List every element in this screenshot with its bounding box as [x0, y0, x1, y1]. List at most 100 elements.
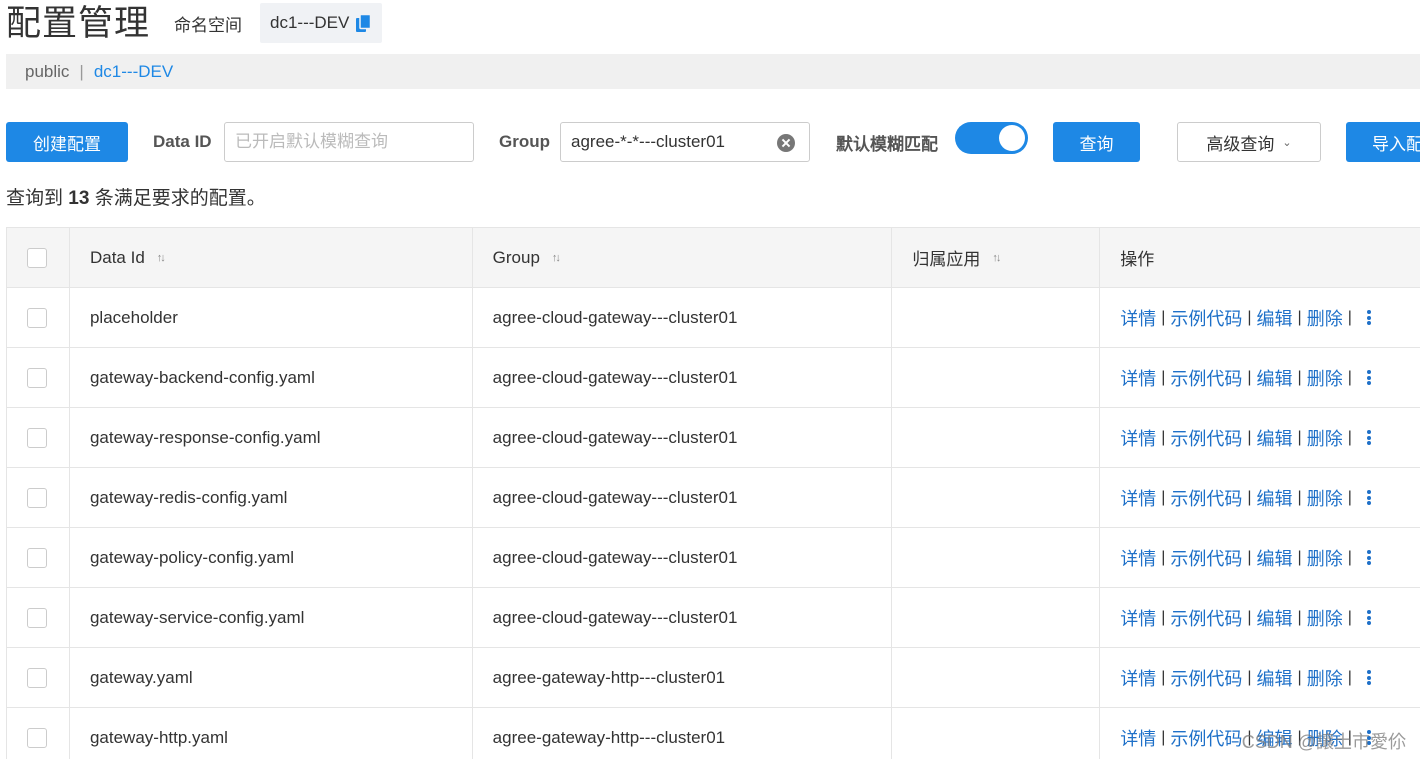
action-link[interactable]: 示例代码	[1170, 425, 1242, 451]
action-separator: |	[1161, 368, 1166, 386]
row-checkbox[interactable]	[27, 547, 47, 568]
action-link[interactable]: 编辑	[1257, 605, 1293, 631]
action-link[interactable]: 编辑	[1257, 305, 1293, 331]
action-separator: |	[1161, 488, 1166, 506]
chevron-down-icon: ⌄	[1282, 136, 1292, 149]
action-link[interactable]: 编辑	[1257, 425, 1293, 451]
fuzzy-match-toggle[interactable]	[955, 122, 1028, 154]
row-checkbox[interactable]	[27, 307, 47, 328]
row-checkbox[interactable]	[27, 367, 47, 388]
column-label: Data Id	[89, 247, 145, 267]
group-input[interactable]: agree-*-*---cluster01	[560, 122, 810, 162]
row-checkbox[interactable]	[27, 667, 47, 688]
action-link[interactable]: 详情	[1120, 605, 1156, 631]
row-checkbox-cell	[7, 408, 70, 467]
action-separator: |	[1247, 548, 1252, 566]
action-link[interactable]: 详情	[1120, 665, 1156, 691]
result-prefix: 查询到	[6, 188, 64, 209]
watermark: CSDN @讓土市愛伱	[1241, 732, 1406, 752]
action-link[interactable]: 示例代码	[1170, 365, 1242, 391]
column-header-group[interactable]: Group ↑↓	[473, 228, 893, 287]
action-link[interactable]: 详情	[1120, 725, 1156, 751]
row-checkbox-cell	[7, 648, 70, 707]
row-checkbox-cell	[7, 708, 70, 759]
more-icon[interactable]	[1366, 490, 1371, 505]
action-link[interactable]: 详情	[1120, 365, 1156, 391]
group-cell: agree-cloud-gateway---cluster01	[473, 528, 893, 587]
row-checkbox[interactable]	[27, 607, 47, 628]
sort-icon[interactable]: ↑↓	[157, 252, 166, 264]
more-icon[interactable]	[1366, 550, 1371, 565]
column-label: 操作	[1120, 250, 1155, 269]
sort-icon[interactable]: ↑↓	[992, 252, 1001, 264]
select-all-checkbox[interactable]	[27, 247, 47, 268]
data-id-input[interactable]	[224, 122, 474, 162]
action-separator: |	[1347, 368, 1352, 386]
action-link[interactable]: 删除	[1307, 305, 1343, 331]
more-icon[interactable]	[1366, 370, 1371, 385]
namespace-separator: |	[79, 61, 84, 81]
column-header-app[interactable]: 归属应用 ↑↓	[892, 228, 1101, 287]
action-link[interactable]: 示例代码	[1170, 545, 1242, 571]
copy-icon[interactable]	[355, 13, 372, 33]
row-checkbox-cell	[7, 468, 70, 527]
table-row: gateway.yaml agree-gateway-http---cluster…	[7, 648, 1420, 708]
action-link[interactable]: 示例代码	[1170, 305, 1242, 331]
action-link[interactable]: 删除	[1307, 425, 1343, 451]
action-separator: |	[1347, 308, 1352, 326]
group-value: agree-cloud-gateway---cluster01	[492, 307, 738, 327]
action-link[interactable]: 删除	[1307, 365, 1343, 391]
data-id-label: Data ID	[153, 132, 212, 151]
action-link[interactable]: 删除	[1307, 485, 1343, 511]
action-separator: |	[1347, 488, 1352, 506]
more-icon[interactable]	[1366, 610, 1371, 625]
action-link[interactable]: 编辑	[1257, 365, 1293, 391]
action-link[interactable]: 删除	[1307, 665, 1343, 691]
table-row: gateway-policy-config.yaml agree-cloud-ga…	[7, 528, 1420, 588]
data-id-cell: gateway-http.yaml	[70, 708, 473, 759]
app-cell	[892, 528, 1101, 587]
action-link[interactable]: 示例代码	[1170, 485, 1242, 511]
action-link[interactable]: 详情	[1120, 485, 1156, 511]
create-config-button[interactable]: 创建配置	[6, 122, 128, 162]
action-separator: |	[1161, 428, 1166, 446]
more-icon[interactable]	[1366, 430, 1371, 445]
action-separator: |	[1297, 308, 1302, 326]
sort-icon[interactable]: ↑↓	[552, 252, 561, 264]
table-row: placeholder agree-cloud-gateway---cluster…	[7, 288, 1420, 348]
group-cell: agree-cloud-gateway---cluster01	[473, 408, 893, 467]
action-link[interactable]: 删除	[1307, 605, 1343, 631]
advanced-query-button[interactable]: 高级查询 ⌄	[1177, 122, 1321, 162]
actions-cell: 详情 | 示例代码 | 编辑 | 删除 |	[1100, 528, 1420, 587]
more-icon[interactable]	[1366, 310, 1371, 325]
fuzzy-match-label: 默认模糊匹配	[836, 134, 938, 154]
row-checkbox-cell	[7, 588, 70, 647]
result-summary: 查询到 13 条满足要求的配置。	[6, 183, 266, 210]
action-link[interactable]: 编辑	[1257, 665, 1293, 691]
data-id-value: placeholder	[89, 307, 178, 327]
action-link[interactable]: 删除	[1307, 545, 1343, 571]
clear-icon[interactable]	[777, 134, 795, 152]
namespace-chip: dc1---DEV	[260, 3, 383, 43]
namespace-item-dc1-dev[interactable]: dc1---DEV	[94, 62, 173, 82]
action-link[interactable]: 编辑	[1257, 485, 1293, 511]
column-header-data-id[interactable]: Data Id ↑↓	[70, 228, 473, 287]
namespace-item-public[interactable]: public	[25, 62, 69, 82]
row-checkbox[interactable]	[27, 427, 47, 448]
action-link[interactable]: 详情	[1120, 425, 1156, 451]
group-value: agree-cloud-gateway---cluster01	[492, 607, 738, 627]
action-link[interactable]: 示例代码	[1170, 665, 1242, 691]
action-link[interactable]: 详情	[1120, 305, 1156, 331]
action-separator: |	[1161, 728, 1166, 746]
action-link[interactable]: 示例代码	[1170, 725, 1242, 751]
action-link[interactable]: 详情	[1120, 545, 1156, 571]
row-checkbox[interactable]	[27, 487, 47, 508]
query-button[interactable]: 查询	[1053, 122, 1140, 162]
action-link[interactable]: 编辑	[1257, 545, 1293, 571]
row-checkbox[interactable]	[27, 727, 47, 748]
import-config-button[interactable]: 导入配置	[1346, 122, 1420, 162]
more-icon[interactable]	[1366, 670, 1371, 685]
group-cell: agree-gateway-http---cluster01	[473, 708, 893, 759]
action-link[interactable]: 示例代码	[1170, 605, 1242, 631]
table-row: gateway-http.yaml agree-gateway-http---cl…	[7, 708, 1420, 759]
